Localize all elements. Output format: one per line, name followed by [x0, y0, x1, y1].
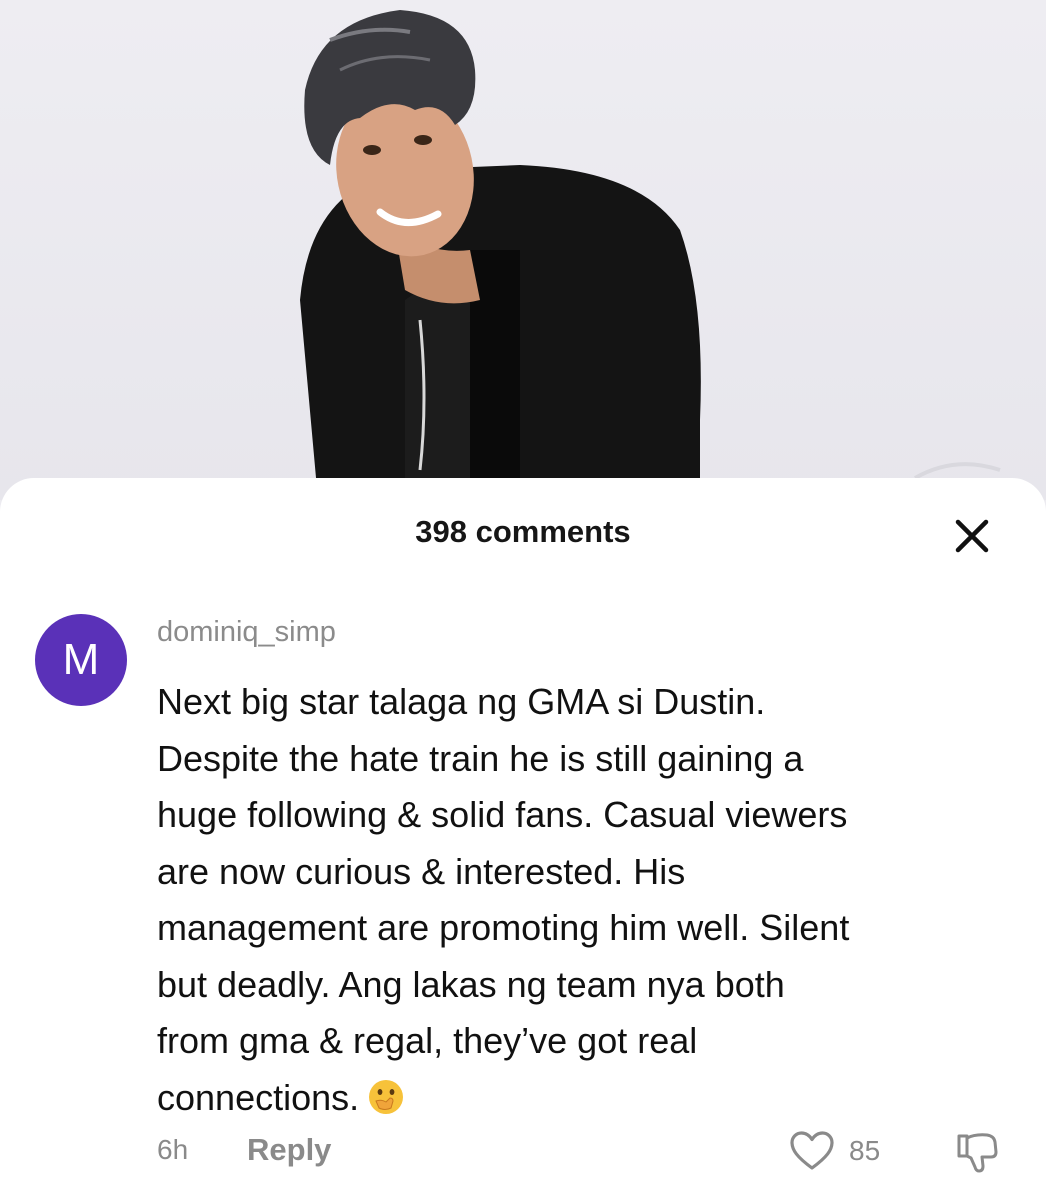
comment-line: management are promoting him well. Silen…: [157, 907, 850, 948]
comment-line-last: connections.: [157, 1070, 1019, 1127]
comment-line: connections.: [157, 1076, 360, 1118]
comment-line: from gma & regal, they’ve got real: [157, 1020, 698, 1061]
face-with-hand-over-mouth-icon: [367, 1076, 405, 1114]
heart-icon[interactable]: [789, 1130, 835, 1172]
comment-body: Next big star talaga ng GMA si Dustin. D…: [157, 674, 1019, 1126]
avatar[interactable]: M: [35, 614, 127, 706]
comment-timestamp: 6h: [157, 1134, 189, 1165]
comment-line: huge following & solid fans. Casual view…: [157, 794, 848, 835]
comment-line: Despite the hate train he is still gaini…: [157, 737, 804, 779]
comment-line: but deadly. Ang lakas ng team nya both: [157, 963, 785, 1005]
comment-line: Next big star talaga ng GMA si Dustin.: [157, 681, 766, 722]
comments-sheet: 398 comments M dominiq_simp Next big sta…: [0, 478, 1046, 1200]
post-photo: [0, 0, 1046, 500]
close-icon[interactable]: [950, 514, 994, 558]
comment-line: are now curious & interested. His: [157, 850, 686, 892]
comment-username[interactable]: dominiq_simp: [157, 616, 336, 649]
person-photo-illustration: [300, 10, 1001, 500]
thumbs-down-icon[interactable]: [953, 1128, 1001, 1176]
reply-button[interactable]: Reply: [247, 1132, 331, 1168]
comments-count-title: 398 comments: [415, 514, 631, 549]
like-count: 85: [849, 1135, 881, 1166]
